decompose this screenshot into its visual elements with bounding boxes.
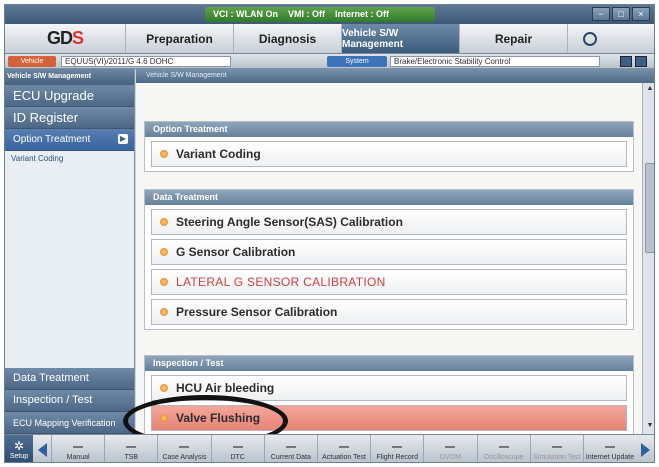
menu-repair[interactable]: Repair — [459, 24, 567, 53]
main-menu: GD S Preparation Diagnosis Vehicle S/W Ma… — [5, 24, 654, 54]
system-button[interactable]: System — [327, 56, 387, 67]
sidebar-header: Vehicle S/W Management — [5, 69, 134, 85]
print-icon[interactable] — [635, 56, 647, 67]
content-header: Vehicle S/W Management — [136, 69, 654, 83]
bullet-icon — [160, 278, 168, 286]
chevron-right-icon: ▶ — [118, 134, 128, 144]
scrollbar[interactable]: ▲ ▼ — [642, 83, 654, 434]
bullet-icon — [160, 218, 168, 226]
gds-logo: GD S — [46, 28, 84, 48]
row-lateral-g-calibration[interactable]: LATERAL G SENSOR CALIBRATION — [151, 269, 627, 295]
toolbar-simulation-test[interactable]: Simulation Test — [529, 435, 583, 462]
internet-status: Internet : Off — [335, 9, 389, 19]
arrow-right-icon — [640, 442, 650, 457]
sidebar-item-inspection-test[interactable]: Inspection / Test — [5, 390, 134, 412]
menu-diagnosis[interactable]: Diagnosis — [233, 24, 341, 53]
vehicle-field: EQUUS(VI)/2011/G 4.6 DOHC — [61, 56, 231, 67]
sidebar-item-label: Option Treatment — [13, 134, 91, 145]
toolbar-tsb[interactable]: TSB — [104, 435, 157, 462]
toolbar-internet-update[interactable]: Internet Update — [582, 435, 636, 462]
sidebar-item-data-treatment[interactable]: Data Treatment — [5, 368, 134, 390]
toolbar-oscilloscope[interactable]: Oscilloscope — [476, 435, 530, 462]
scroll-thumb[interactable] — [645, 163, 654, 253]
bullet-icon — [160, 384, 168, 392]
toolbar-manual[interactable]: Manual — [51, 435, 104, 462]
sidebar-subitem-variant-coding[interactable]: Variant Coding — [5, 151, 134, 163]
bullet-icon — [160, 248, 168, 256]
status-bar: VCI : WLAN On VMI : Off Internet : Off −… — [5, 5, 654, 24]
setup-button[interactable]: ✲ Setup — [5, 435, 33, 462]
minimize-button[interactable]: − — [592, 7, 610, 21]
close-button[interactable]: × — [632, 7, 650, 21]
info-icon[interactable] — [620, 56, 632, 67]
row-sas-calibration[interactable]: Steering Angle Sensor(SAS) Calibration — [151, 209, 627, 235]
sidebar-item-ecu-upgrade[interactable]: ECU Upgrade — [5, 85, 134, 107]
toolbar-current-data[interactable]: Current Data — [263, 435, 317, 462]
bullet-icon — [160, 308, 168, 316]
scroll-down-icon[interactable]: ▼ — [645, 422, 654, 432]
maximize-button[interactable]: □ — [612, 7, 630, 21]
gds-window: VCI : WLAN On VMI : Off Internet : Off −… — [4, 4, 655, 463]
toolbar-case-analysis[interactable]: Case Analysis — [157, 435, 210, 462]
bullet-icon — [160, 150, 168, 158]
vmi-status: VMI : Off — [288, 9, 325, 19]
gear-icon: ✲ — [13, 439, 25, 453]
content-panel: Vehicle S/W Management Option Treatment … — [136, 69, 654, 435]
group-data-treatment: Data Treatment Steering Angle Sensor(SAS… — [144, 189, 634, 330]
system-field: Brake/Electronic Stability Control — [390, 56, 600, 67]
row-pressure-sensor-calibration[interactable]: Pressure Sensor Calibration — [151, 299, 627, 325]
toolbar-actuation-test[interactable]: Actuation Test — [316, 435, 370, 462]
sidebar-item-ecu-mapping[interactable]: ECU Mapping Verification — [5, 412, 134, 434]
vehicle-bar: Vehicle EQUUS(VI)/2011/G 4.6 DOHC System… — [5, 54, 654, 69]
vehicle-button[interactable]: Vehicle — [8, 56, 56, 67]
row-g-sensor-calibration[interactable]: G Sensor Calibration — [151, 239, 627, 265]
bottom-toolbar: ✲ Setup Manual TSB Case Analysis DTC Cur… — [5, 434, 654, 462]
vci-status: VCI : WLAN On — [213, 9, 278, 19]
row-variant-coding[interactable]: Variant Coding — [151, 141, 627, 167]
group-option-treatment: Option Treatment Variant Coding — [144, 121, 634, 172]
toolbar-dvom[interactable]: DVOM — [423, 435, 476, 462]
toolbar-dtc[interactable]: DTC — [210, 435, 264, 462]
menu-preparation[interactable]: Preparation — [125, 24, 233, 53]
scroll-up-icon[interactable]: ▲ — [645, 85, 654, 95]
search-icon[interactable] — [567, 24, 611, 53]
arrow-left-icon — [37, 442, 47, 457]
group-title: Inspection / Test — [145, 356, 633, 371]
sidebar-item-id-register[interactable]: ID Register — [5, 107, 134, 129]
sidebar-bottom: Data Treatment Inspection / Test ECU Map… — [5, 368, 134, 434]
window-controls: − □ × — [592, 7, 650, 21]
toolbar-flight-record[interactable]: Flight Record — [370, 435, 423, 462]
group-title: Option Treatment — [145, 122, 633, 137]
toolbar-prev-button[interactable] — [33, 435, 51, 462]
connection-status: VCI : WLAN On VMI : Off Internet : Off — [205, 7, 435, 22]
menu-vehicle-sw-management[interactable]: Vehicle S/W Management — [341, 24, 459, 53]
group-title: Data Treatment — [145, 190, 633, 205]
toolbar-next-button[interactable] — [636, 435, 654, 462]
sidebar-item-option-treatment[interactable]: Option Treatment ▶ — [5, 129, 134, 151]
sidebar: Vehicle S/W Management ECU Upgrade ID Re… — [5, 69, 135, 434]
